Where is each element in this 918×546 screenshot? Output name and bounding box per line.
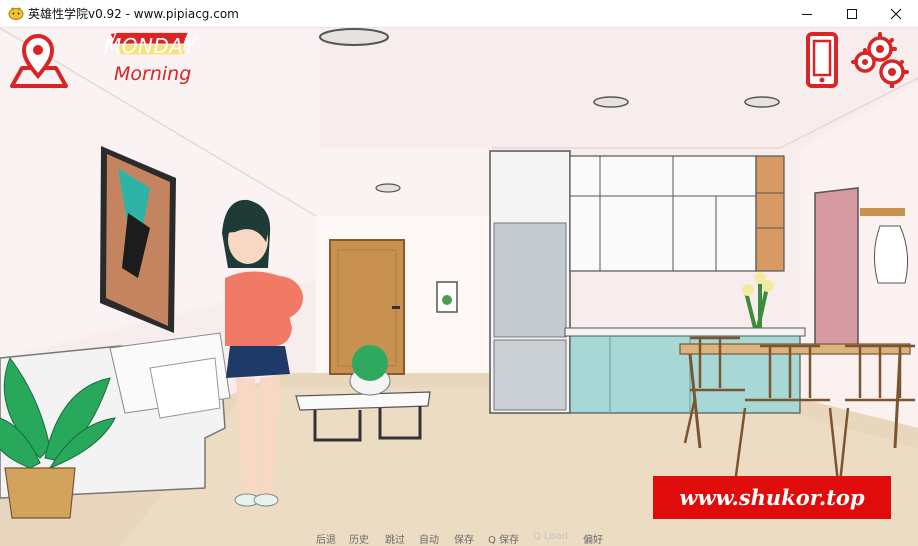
quick-menu-quick-save[interactable]: Q 保存 — [488, 531, 519, 546]
watermark-text: www.shukor.top — [679, 485, 865, 510]
quick-menu-skip[interactable]: 跳过 — [385, 531, 405, 546]
maximize-icon — [847, 8, 857, 19]
living-room-background — [0, 28, 918, 546]
day-label: MONDAY — [104, 34, 197, 58]
quick-menu-history[interactable]: 历史 — [349, 531, 369, 546]
quick-menu-auto[interactable]: 自动 — [419, 531, 439, 546]
time-of-day-label: Morning — [114, 63, 192, 85]
map-pin-icon[interactable] — [8, 32, 70, 90]
quick-menu-quick-load[interactable]: Q Load — [533, 531, 568, 542]
settings-gears-icon[interactable] — [850, 32, 910, 88]
maximize-button[interactable] — [829, 0, 875, 27]
minimize-button[interactable] — [784, 0, 830, 27]
quick-menu-back[interactable]: 后退 — [316, 531, 336, 546]
close-icon — [890, 8, 902, 19]
close-button[interactable] — [873, 0, 918, 27]
app-icon — [8, 7, 24, 20]
quick-menu: 后退 历史 跳过 自动 保存 Q 保存 Q Load 偏好 — [0, 529, 918, 546]
phone-icon[interactable] — [806, 32, 838, 88]
window-title: 英雄性学院v0.92 - www.pipiacg.com — [28, 7, 239, 21]
minimize-icon — [802, 13, 812, 15]
game-viewport[interactable]: MONDAY Morning www.shukor.top — [0, 28, 918, 546]
window-titlebar: 英雄性学院v0.92 - www.pipiacg.com — [0, 0, 918, 28]
quick-menu-save[interactable]: 保存 — [454, 531, 474, 546]
watermark-banner: www.shukor.top — [653, 476, 891, 519]
quick-menu-preferences[interactable]: 偏好 — [583, 531, 603, 546]
